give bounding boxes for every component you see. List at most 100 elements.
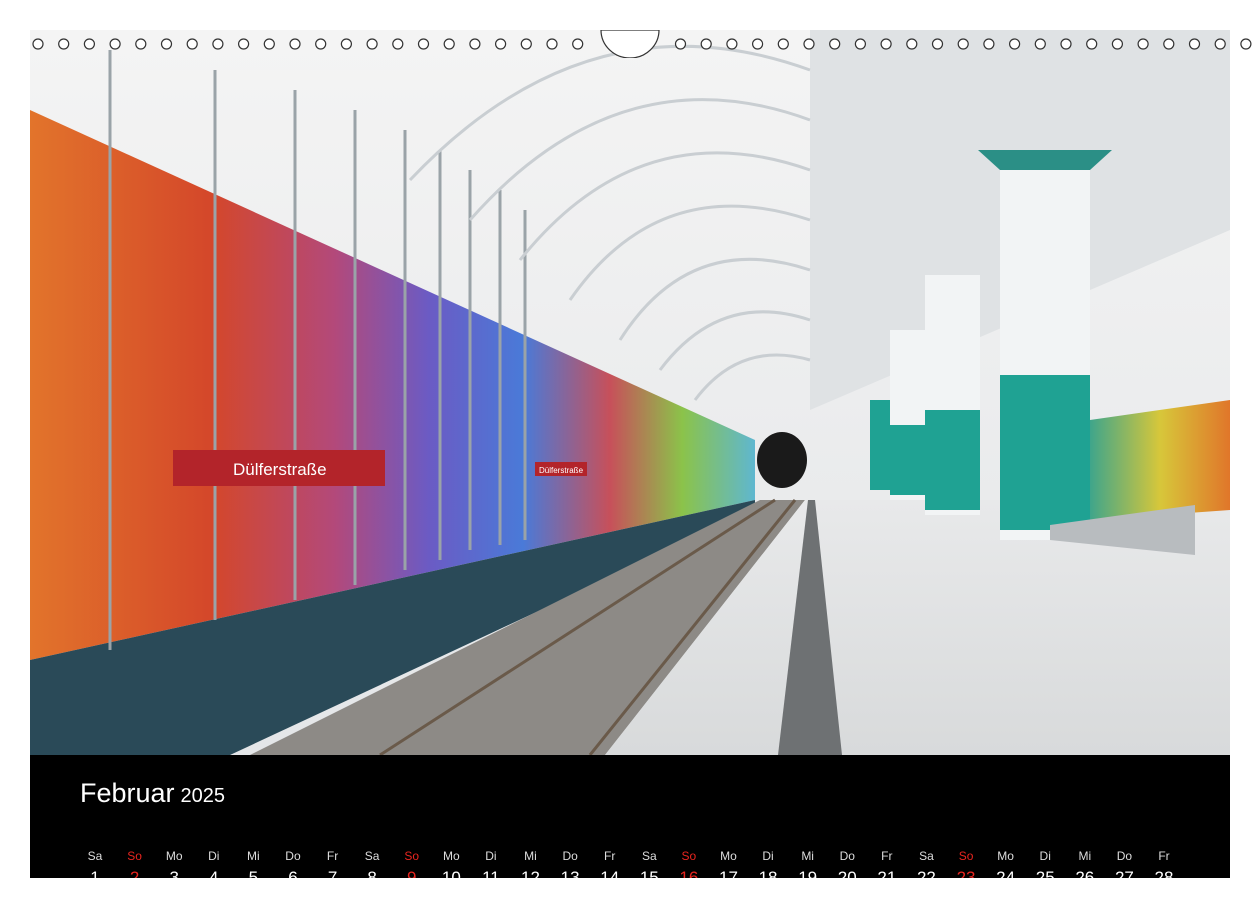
binding-hole [1240, 38, 1252, 50]
weekday-label: Mo [442, 849, 460, 863]
weekday-label: Sa [87, 849, 103, 863]
day-number: 24 [996, 868, 1016, 878]
binding-hole [931, 38, 944, 50]
hanger-notch [600, 30, 660, 58]
day-number: 14 [600, 868, 620, 878]
weekday-label: Do [839, 849, 855, 863]
weekday-label: Sa [919, 849, 934, 863]
binding-hole [417, 38, 430, 50]
binding-hole [726, 38, 738, 50]
weekday-label: Fr [604, 849, 616, 863]
day-number: 22 [916, 868, 936, 878]
day-number: 17 [719, 868, 738, 878]
weekday-label: Fr [881, 849, 893, 863]
station-sign-far-text: Dülferstraße [539, 466, 584, 475]
binding-hole [135, 38, 147, 50]
binding-hole [109, 38, 121, 50]
binding-hole [906, 38, 918, 50]
day-number: 19 [798, 868, 818, 878]
weekday-label: Di [762, 849, 774, 863]
binding-hole [263, 38, 275, 50]
binding-hole [829, 38, 841, 50]
day-number: 15 [639, 868, 659, 878]
calendar-bar: Februar 2025 Sa 1 So 2 Mo 3 Di 4 Mi 5 Do 6 Fr 7 Sa 8 So 9 M… [30, 755, 1230, 878]
day-number: 16 [679, 868, 699, 878]
binding-hole [957, 38, 969, 50]
binding-hole [1188, 38, 1201, 50]
binding-hole [803, 38, 815, 50]
day-number: 28 [1154, 868, 1174, 878]
binding-hole [315, 38, 327, 50]
weekday-label: Fr [1158, 849, 1170, 863]
day-number: 13 [560, 868, 580, 878]
day-grid: Sa 1 So 2 Mo 3 Di 4 Mi 5 Do 6 Fr 7 Sa 8 So 9 Mo 10 Di 11 Mi 12 D… [30, 755, 1230, 878]
weekday-label: Do [562, 849, 578, 863]
binding-hole [674, 38, 687, 50]
binding-hole [289, 38, 301, 50]
weekday-label: Mi [524, 849, 537, 863]
weekday-label: Fr [326, 849, 339, 863]
binding-hole [1008, 38, 1021, 50]
station-sign-text: Dülferstraße [233, 460, 327, 479]
day-number: 4 [209, 868, 219, 878]
day-number: 26 [1075, 868, 1095, 878]
binding-hole [495, 38, 507, 50]
day-number: 12 [521, 868, 540, 878]
day-number: 5 [248, 868, 259, 878]
day-number: 11 [482, 868, 500, 878]
binding-hole [1086, 38, 1098, 50]
binding-hole [572, 38, 584, 50]
binding-hole [1111, 38, 1124, 50]
binding-hole [520, 38, 532, 50]
day-number: 21 [877, 868, 897, 878]
binding-hole [366, 38, 378, 50]
binding-hole [469, 38, 481, 50]
binding-hole [212, 38, 224, 50]
day-number: 6 [288, 868, 298, 878]
weekday-label: Mi [801, 849, 814, 863]
day-number: 1 [90, 868, 100, 878]
binding-hole [1137, 38, 1149, 50]
binding-hole [160, 38, 173, 50]
weekday-label: Do [1116, 849, 1133, 863]
binding-hole [32, 38, 44, 50]
binding-hole [1034, 38, 1046, 50]
binding-hole [443, 38, 455, 50]
day-number: 23 [956, 868, 976, 878]
day-number: 10 [441, 868, 461, 878]
binding-hole [83, 38, 96, 50]
binding-hole [1060, 38, 1072, 50]
binding-hole [983, 38, 995, 50]
binding-hole [854, 38, 867, 50]
weekday-label: Mi [247, 849, 260, 863]
calendar-page: Dülferstraße Dülferstraße Februar 2025 Sa… [30, 30, 1230, 878]
day-number: 18 [758, 868, 778, 878]
day-number: 25 [1035, 868, 1055, 878]
weekday-label: Mo [997, 849, 1014, 863]
day-number: 2 [129, 868, 140, 878]
binding-hole [546, 38, 558, 50]
binding-hole [751, 38, 764, 50]
binding-hole [1214, 38, 1226, 50]
day-number: 7 [327, 868, 338, 878]
binding-hole [238, 38, 250, 50]
day-number: 3 [169, 868, 179, 878]
weekday-label: So [681, 849, 697, 863]
weekday-label: Sa [364, 849, 380, 863]
weekday-label: Do [285, 849, 301, 863]
weekday-label: Mi [1078, 849, 1092, 863]
day-number: 8 [367, 868, 377, 878]
spiral-binding [32, 30, 1252, 58]
binding-hole [58, 38, 70, 50]
weekday-label: Di [208, 849, 220, 863]
day-number: 27 [1114, 868, 1134, 878]
weekday-label: So [404, 849, 420, 863]
binding-hole [340, 38, 352, 50]
binding-hole [700, 38, 712, 50]
binding-hole [392, 38, 404, 50]
binding-hole [777, 38, 789, 50]
weekday-label: Mo [165, 849, 183, 863]
day-number: 20 [837, 868, 857, 878]
weekday-label: So [127, 849, 142, 863]
weekday-label: So [958, 849, 974, 863]
